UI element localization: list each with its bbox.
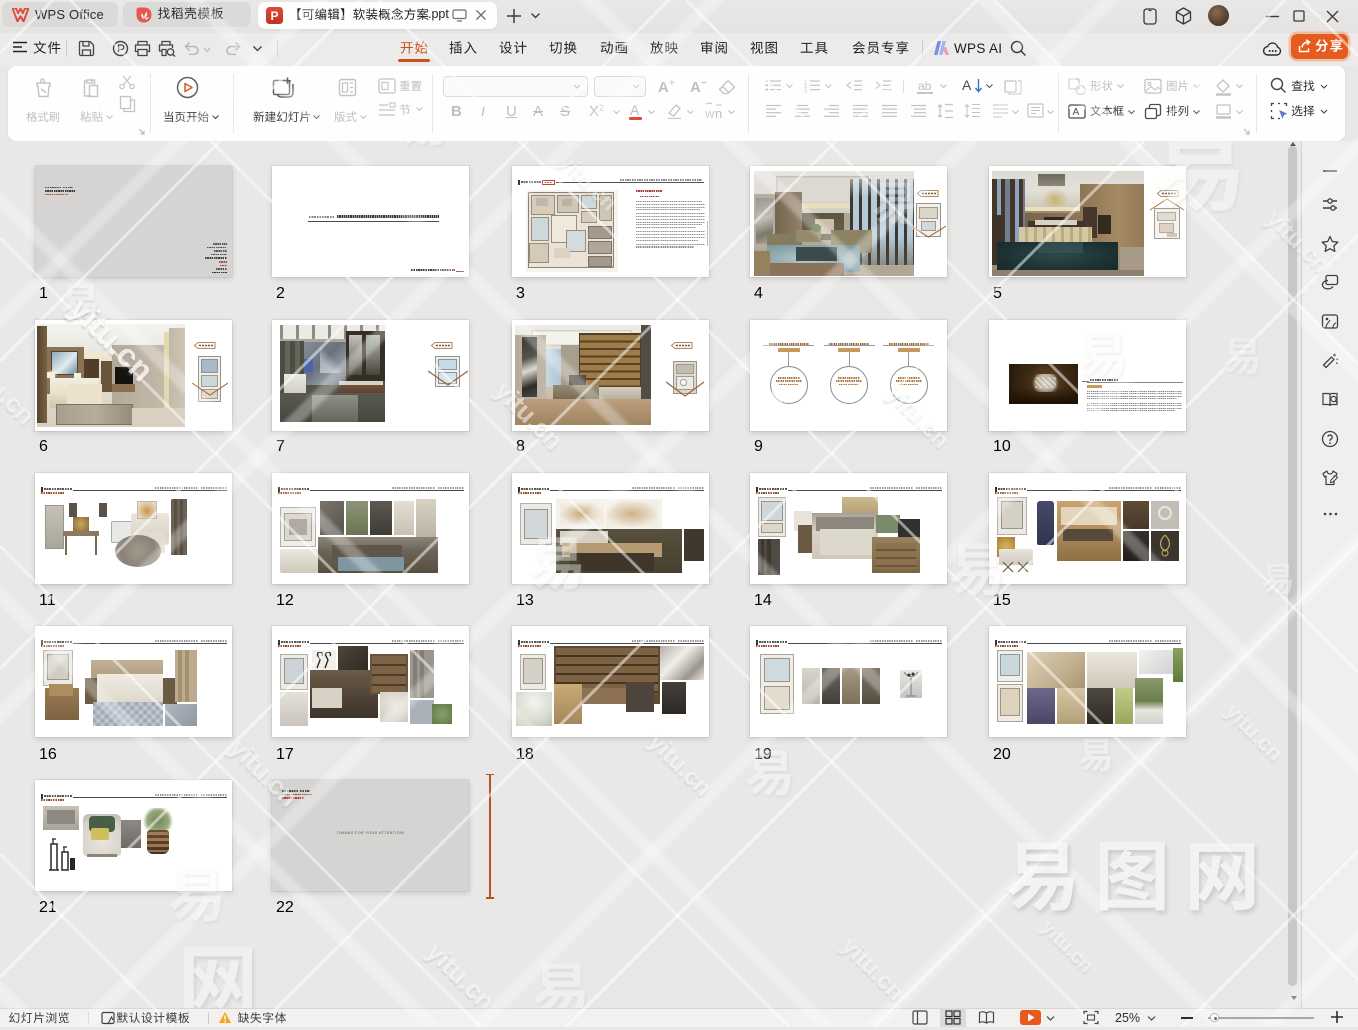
svg-text:A: A [1073, 107, 1080, 118]
svg-text:n: n [715, 106, 722, 121]
svg-text:3: 3 [804, 89, 807, 94]
svg-text:w: w [704, 106, 715, 121]
svg-text:P: P [270, 9, 278, 23]
